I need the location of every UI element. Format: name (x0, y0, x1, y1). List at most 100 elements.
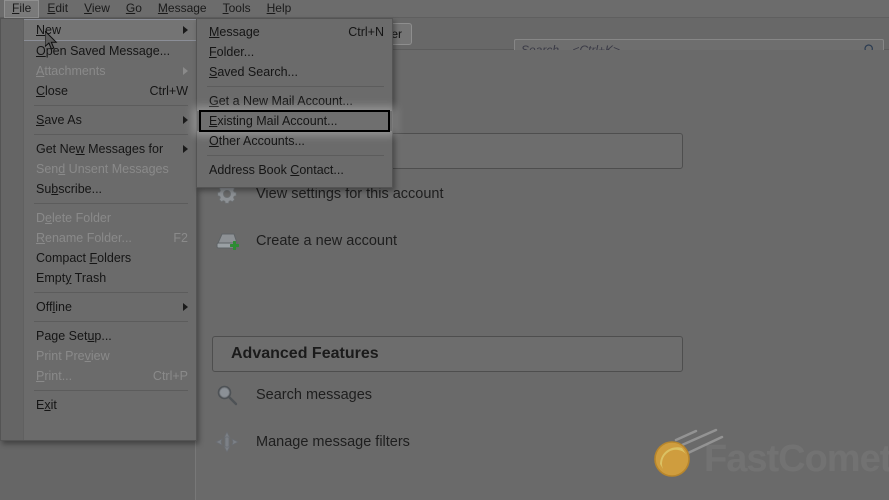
new-submenu-item-label: Address Book Contact... (209, 163, 344, 177)
file-menu-item-close[interactable]: Close Ctrl+W (24, 81, 196, 101)
file-menu-item-label: Empty Trash (36, 271, 106, 285)
new-submenu-item-get-a-new-mail-account[interactable]: Get a New Mail Account... (197, 91, 392, 111)
new-submenu-item-saved-search[interactable]: Saved Search... (197, 62, 392, 82)
menubar-item-go[interactable]: Go (118, 0, 150, 18)
fastcomet-watermark: FastComet (630, 428, 880, 492)
file-menu-item-new[interactable]: New (24, 19, 196, 41)
file-menu-item-label: Get New Messages for (36, 142, 163, 156)
file-menu-item-label: Compact Folders (36, 251, 131, 265)
file-menu-item-open-saved-message[interactable]: Open Saved Message... (24, 41, 196, 61)
search-messages-action[interactable]: Search messages (212, 380, 372, 410)
submenu-arrow-icon (183, 145, 188, 153)
file-menu-item-shortcut: Ctrl+W (135, 84, 188, 98)
menubar-item-label: View (84, 1, 110, 15)
file-menu-dropdown[interactable]: New Open Saved Message... Attachments Close… (0, 18, 197, 441)
file-menu-item-label: Save As (36, 113, 82, 127)
new-submenu-item-other-accounts[interactable]: Other Accounts... (197, 131, 392, 151)
file-menu-item-page-setup[interactable]: Page Setup... (24, 326, 196, 346)
search-messages-label: Search messages (256, 387, 372, 403)
file-menu-separator (34, 390, 188, 391)
file-menu-item-print-preview: Print Preview (24, 346, 196, 366)
new-submenu-item-address-book-contact[interactable]: Address Book Contact... (197, 160, 392, 180)
file-menu-item-label: New (36, 23, 61, 37)
file-menu-item-shortcut: F2 (159, 231, 188, 245)
file-menu-item-label: Send Unsent Messages (36, 162, 169, 176)
file-menu-item-send-unsent-messages: Send Unsent Messages (24, 159, 196, 179)
file-menu-separator (34, 134, 188, 135)
file-menu-item-save-as[interactable]: Save As (24, 110, 196, 130)
new-submenu-item-label: Message (209, 25, 260, 39)
file-menu-gutter (1, 19, 23, 440)
menubar-item-label: File (12, 1, 31, 15)
menubar-item-view[interactable]: View (76, 0, 118, 18)
file-menu-item-exit[interactable]: Exit (24, 395, 196, 415)
new-submenu-item-existing-mail-account[interactable]: Existing Mail Account... (197, 111, 392, 131)
file-menu-item-label: Subscribe... (36, 182, 102, 196)
menu-bar: File Edit View Go Message Tools Help (0, 0, 889, 18)
menubar-item-message[interactable]: Message (150, 0, 215, 18)
new-submenu-item-shortcut: Ctrl+N (334, 25, 384, 39)
new-submenu-item-label: Saved Search... (209, 65, 298, 79)
create-account-action[interactable]: Create a new account (212, 226, 397, 256)
menubar-item-edit[interactable]: Edit (39, 0, 76, 18)
submenu-arrow-icon (183, 26, 188, 34)
file-menu-item-get-new-messages-for[interactable]: Get New Messages for (24, 139, 196, 159)
menubar-item-label: Help (267, 1, 292, 15)
manage-filters-label: Manage message filters (256, 434, 410, 450)
file-menu-separator (34, 321, 188, 322)
menubar-item-help[interactable]: Help (259, 0, 300, 18)
file-menu-item-offline[interactable]: Offline (24, 297, 196, 317)
submenu-arrow-icon (183, 303, 188, 311)
new-submenu-item-label: Other Accounts... (209, 134, 305, 148)
menubar-item-label: Edit (47, 1, 68, 15)
new-submenu-item-message[interactable]: Message Ctrl+N (197, 22, 392, 42)
menubar-item-label: Go (126, 1, 142, 15)
new-submenu-separator (207, 86, 384, 87)
file-menu-item-label: Print Preview (36, 349, 110, 363)
menubar-item-label: Tools (223, 1, 251, 15)
file-menu-item-print: Print... Ctrl+P (24, 366, 196, 386)
new-submenu-item-label: Existing Mail Account... (209, 114, 338, 128)
new-submenu-separator (207, 155, 384, 156)
file-menu-item-rename-folder: Rename Folder... F2 (24, 228, 196, 248)
file-menu-item-label: Open Saved Message... (36, 44, 170, 58)
file-menu-item-label: Page Setup... (36, 329, 112, 343)
file-menu-item-label: Close (36, 84, 68, 98)
file-menu-item-label: Print... (36, 369, 72, 383)
file-menu-item-delete-folder: Delete Folder (24, 208, 196, 228)
advanced-features-section-title: Advanced Features (231, 345, 379, 363)
file-menu-separator (34, 105, 188, 106)
file-menu-item-label: Exit (36, 398, 57, 412)
filter-icon (212, 429, 242, 455)
new-submenu-item-folder[interactable]: Folder... (197, 42, 392, 62)
file-menu-item-empty-trash[interactable]: Empty Trash (24, 268, 196, 288)
create-account-label: Create a new account (256, 233, 397, 249)
manage-filters-action[interactable]: Manage message filters (212, 427, 410, 457)
file-menu-item-label: Attachments (36, 64, 105, 78)
magnifier-icon (212, 382, 242, 408)
advanced-features-section-header: Advanced Features (212, 336, 683, 372)
menubar-item-label: Message (158, 1, 207, 15)
file-menu-item-label: Offline (36, 300, 72, 314)
new-submenu-item-label: Get a New Mail Account... (209, 94, 353, 108)
file-menu-item-shortcut: Ctrl+P (139, 369, 188, 383)
submenu-arrow-icon (183, 116, 188, 124)
submenu-arrow-icon (183, 67, 188, 75)
new-account-icon (212, 228, 242, 254)
menubar-item-tools[interactable]: Tools (215, 0, 259, 18)
file-menu-items: New Open Saved Message... Attachments Close… (23, 19, 196, 440)
file-menu-item-attachments: Attachments (24, 61, 196, 81)
view-settings-label: View settings for this account (256, 186, 444, 202)
file-menu-item-label: Rename Folder... (36, 231, 132, 245)
new-submenu-item-label: Folder... (209, 45, 254, 59)
file-menu-item-label: Delete Folder (36, 211, 111, 225)
file-menu-item-subscribe[interactable]: Subscribe... (24, 179, 196, 199)
thunderbird-window: FileEditViewGoMessageToolsHelp k Filter … (0, 0, 889, 500)
file-menu-item-compact-folders[interactable]: Compact Folders (24, 248, 196, 268)
file-menu-separator (34, 292, 188, 293)
menubar-item-file[interactable]: File (4, 0, 39, 18)
watermark-text: FastComet (704, 438, 889, 481)
new-submenu-dropdown[interactable]: Message Ctrl+N Folder... Saved Search... Get… (196, 18, 393, 188)
new-submenu-items: Message Ctrl+N Folder... Saved Search... Get… (197, 22, 392, 180)
file-menu-separator (34, 203, 188, 204)
